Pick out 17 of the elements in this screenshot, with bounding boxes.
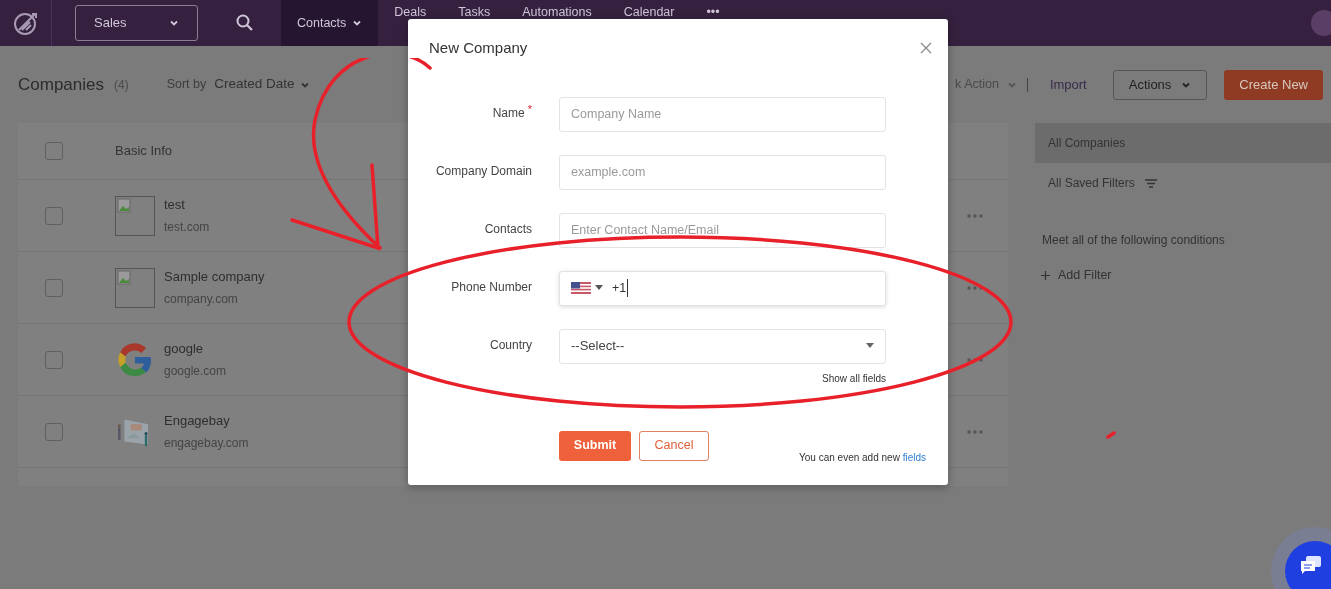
company-domain: engagebay.com <box>164 435 249 453</box>
field-label: Country <box>489 336 532 354</box>
required-mark: * <box>527 103 532 115</box>
field-label: Phone Number <box>451 278 532 296</box>
company-domain: company.com <box>164 291 239 309</box>
dialog-title: New Company <box>429 38 528 58</box>
field-label: Contacts <box>484 220 532 238</box>
field-label: Company Domain <box>435 162 532 180</box>
add-fields-hint: You can even add new fields <box>799 450 926 465</box>
conditions-text: Meet all of the following conditions <box>1042 232 1226 249</box>
column-header: Basic Info <box>115 142 173 161</box>
field-label: Name <box>492 104 525 122</box>
sort-label: Sort by <box>166 76 207 94</box>
page-title: Companies <box>18 73 104 96</box>
company-domain: test.com <box>164 219 210 237</box>
phone-value: +1 <box>612 278 629 298</box>
company-domain: google.com <box>164 363 227 381</box>
